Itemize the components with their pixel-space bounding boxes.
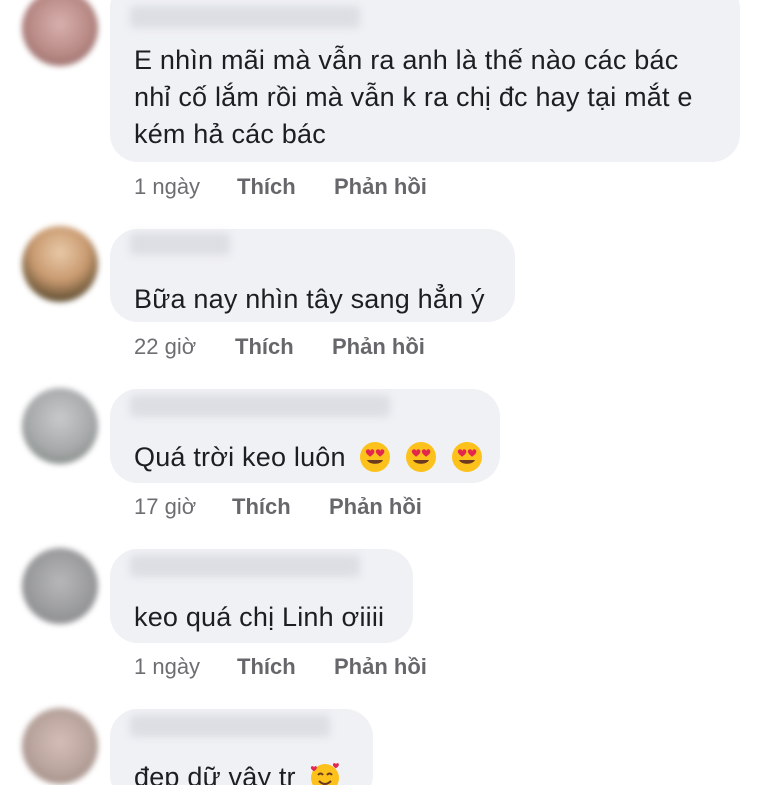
heart-eyes-emoji: [451, 441, 482, 472]
comment-meta: 17 giờ Thích Phản hồi: [134, 492, 422, 522]
comment-bubble: đẹp dữ vậy tr: [110, 709, 373, 785]
commenter-name-redacted[interactable]: [130, 555, 360, 577]
commenter-name-redacted[interactable]: [130, 233, 230, 255]
comments-thread: E nhìn mãi mà vẫn ra anh là thế nào các …: [0, 0, 780, 785]
comment-timestamp[interactable]: 17 giờ: [134, 494, 232, 520]
commenter-avatar[interactable]: [22, 388, 98, 464]
commenter-name-redacted[interactable]: [130, 6, 360, 28]
comment-timestamp[interactable]: 1 ngày: [134, 654, 237, 680]
reply-button[interactable]: Phản hồi: [334, 654, 427, 680]
comment-bubble: keo quá chị Linh ơiiii: [110, 549, 413, 643]
comment-bubble: Quá trời keo luôn: [110, 389, 500, 483]
comment-text-line: nhỉ cố lắm rồi mà vẫn k ra chị đc hay tạ…: [134, 82, 693, 112]
like-button[interactable]: Thích: [237, 654, 334, 680]
heart-eyes-emoji: [406, 441, 437, 472]
comment-text: Quá trời keo luôn: [134, 439, 483, 476]
commenter-name-redacted[interactable]: [130, 395, 390, 417]
comment-meta: 1 ngày Thích Phản hồi: [134, 172, 427, 202]
comment-text: đẹp dữ vậy tr: [134, 759, 341, 785]
comment-text-content: đẹp dữ vậy tr: [134, 762, 296, 785]
reply-button[interactable]: Phản hồi: [329, 494, 422, 520]
comment-text-line: E nhìn mãi mà vẫn ra anh là thế nào các …: [134, 45, 679, 75]
comment-meta: 22 giờ Thích Phản hồi: [134, 332, 425, 362]
reply-button[interactable]: Phản hồi: [334, 174, 427, 200]
comment-timestamp[interactable]: 22 giờ: [134, 334, 235, 360]
comment-text: Bữa nay nhìn tây sang hẳn ý: [134, 284, 485, 314]
comment-bubble: E nhìn mãi mà vẫn ra anh là thế nào các …: [110, 0, 740, 162]
like-button[interactable]: Thích: [237, 174, 334, 200]
comment-text: keo quá chị Linh ơiiii: [134, 602, 385, 632]
commenter-avatar[interactable]: [22, 0, 98, 66]
commenter-avatar[interactable]: [22, 708, 98, 784]
heart-eyes-emoji: [360, 441, 391, 472]
like-button[interactable]: Thích: [235, 334, 332, 360]
comment-text-content: Quá trời keo luôn: [134, 442, 346, 472]
comment-bubble: Bữa nay nhìn tây sang hẳn ý: [110, 229, 515, 322]
commenter-name-redacted[interactable]: [130, 715, 330, 737]
comment-timestamp[interactable]: 1 ngày: [134, 174, 237, 200]
comment-meta: 1 ngày Thích Phản hồi: [134, 652, 427, 682]
smiling-face-with-hearts-emoji: [311, 762, 340, 785]
comment-text: E nhìn mãi mà vẫn ra anh là thế nào các …: [134, 42, 693, 153]
reply-button[interactable]: Phản hồi: [332, 334, 425, 360]
commenter-avatar[interactable]: [22, 226, 98, 302]
like-button[interactable]: Thích: [232, 494, 329, 520]
commenter-avatar[interactable]: [22, 548, 98, 624]
comment-text-line: kém hả các bác: [134, 119, 326, 149]
